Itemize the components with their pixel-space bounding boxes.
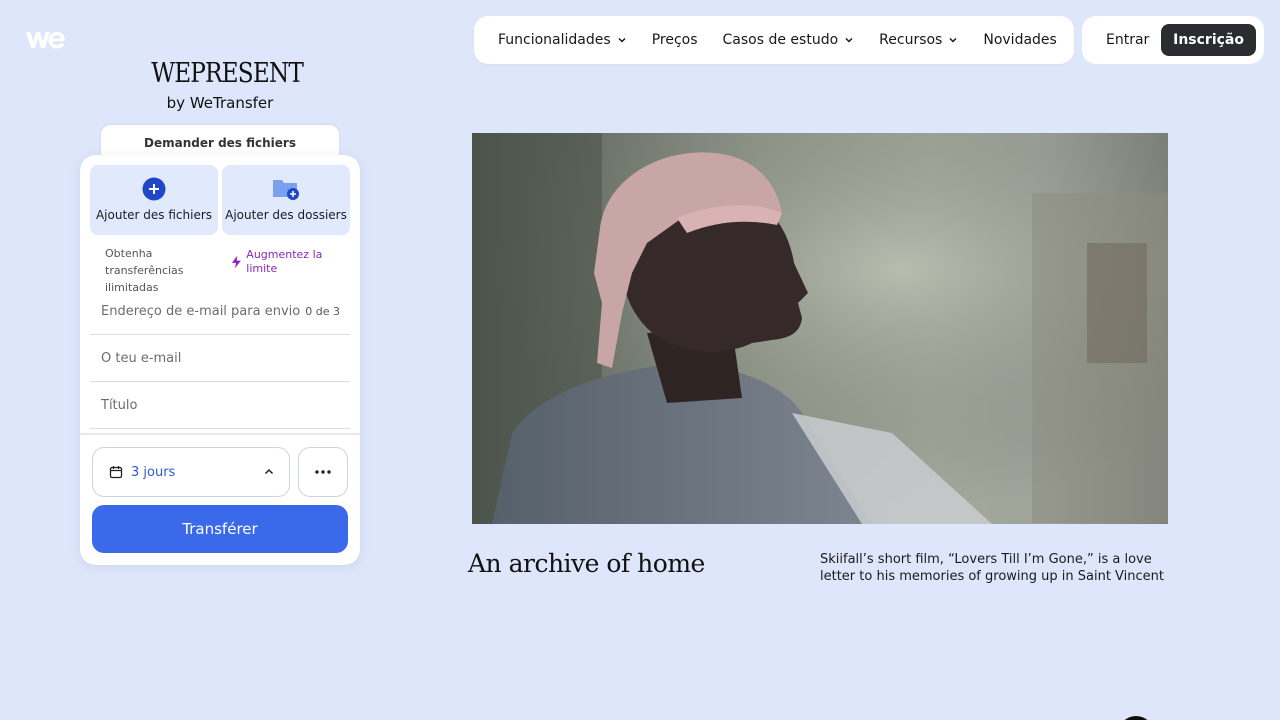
login-button[interactable]: Entrar	[1106, 32, 1149, 48]
wetransfer-logo-icon[interactable]	[24, 28, 66, 52]
chevron-up-icon	[264, 468, 274, 475]
panel-divider	[80, 433, 360, 435]
add-files-button[interactable]: Ajouter des fichiers	[90, 165, 218, 235]
nav-item-label: Novidades	[983, 32, 1057, 48]
signup-button[interactable]: Inscrição	[1161, 24, 1256, 56]
chevron-down-icon	[949, 37, 957, 43]
expiry-value: 3 jours	[131, 464, 176, 480]
recipient-email-field[interactable]: Endereço de e-mail para envio 0 de 3	[90, 289, 350, 335]
upgrade-row: Obtenha transferências ilimitadas Augmen…	[105, 245, 345, 294]
nav-item-label: Funcionalidades	[498, 32, 611, 48]
nav-item-precos[interactable]: Preços	[652, 32, 698, 48]
brand-title: WEPRESENT	[151, 58, 304, 89]
nav-item-label: Preços	[651, 32, 698, 48]
article-title[interactable]: An archive of home	[468, 549, 705, 578]
nav-item-funcionalidades[interactable]: Funcionalidades	[498, 32, 627, 48]
corner-avatar[interactable]	[1118, 716, 1154, 720]
transfer-button[interactable]: Transférer	[92, 505, 348, 553]
add-files-label: Ajouter des fichiers	[95, 208, 213, 222]
lightning-icon	[231, 255, 241, 269]
boost-limit-label: Augmentez la limite	[246, 248, 323, 275]
nav-item-label: Recursos	[879, 32, 943, 48]
transfer-label: Transférer	[182, 520, 258, 538]
recipient-email-placeholder: Endereço de e-mail para envio	[101, 304, 301, 319]
hero-image[interactable]	[472, 133, 1168, 524]
upload-panel: Ajouter des fichiers Ajouter des dossier…	[80, 155, 360, 565]
add-folders-label: Ajouter des dossiers	[225, 208, 347, 222]
add-folders-button[interactable]: Ajouter des dossiers	[222, 165, 350, 235]
chevron-down-icon	[618, 37, 626, 43]
recipient-count: 0 de 3	[305, 305, 340, 318]
plus-circle-icon	[142, 177, 166, 201]
nav-item-novidades[interactable]: Novidades	[983, 32, 1056, 48]
sender-email-placeholder: O teu e-mail	[101, 351, 182, 366]
calendar-icon	[109, 466, 123, 479]
title-placeholder: Título	[101, 398, 138, 413]
main-nav: Funcionalidades Preços Casos de estudo R…	[474, 16, 1074, 64]
nav-item-label: Casos de estudo	[722, 32, 839, 48]
more-icon	[315, 470, 331, 474]
nav-item-casos-de-estudo[interactable]: Casos de estudo	[723, 32, 855, 48]
title-field[interactable]: Título	[90, 383, 350, 429]
chevron-down-icon	[845, 37, 853, 43]
wepresent-brand[interactable]: WEPRESENT by WeTransfer	[140, 58, 304, 112]
auth-nav: Entrar Inscrição	[1082, 16, 1264, 64]
article-description: Skiifall’s short film, “Lovers Till I’m …	[820, 552, 1164, 584]
sender-email-field[interactable]: O teu e-mail	[90, 336, 350, 382]
add-buttons-row: Ajouter des fichiers Ajouter des dossier…	[90, 165, 350, 235]
expiry-select[interactable]: 3 jours	[92, 447, 290, 497]
folder-plus-icon	[273, 180, 299, 200]
nav-item-recursos[interactable]: Recursos	[879, 32, 958, 48]
boost-limit-link[interactable]: Augmentez la limite	[231, 248, 345, 276]
film-still-image	[472, 133, 1168, 524]
brand-subtitle: by WeTransfer	[166, 94, 274, 112]
more-options-button[interactable]	[298, 447, 348, 497]
